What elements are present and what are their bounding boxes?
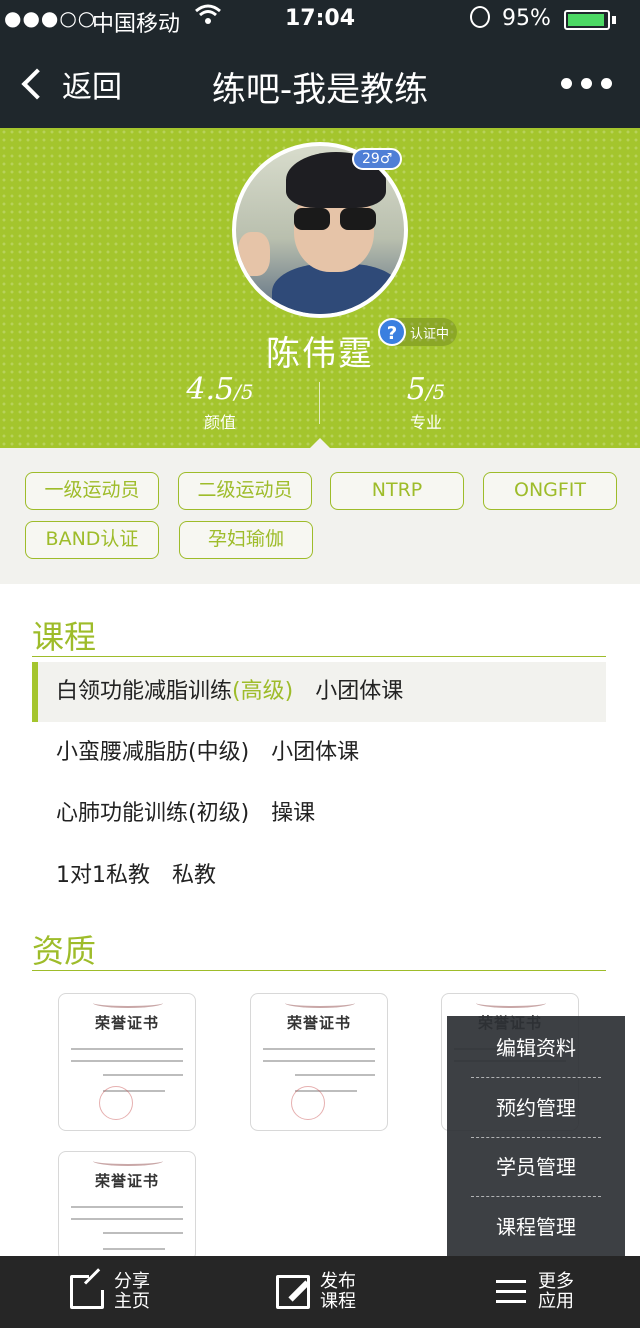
publish-course-button[interactable]: 发布 课程	[276, 1256, 356, 1328]
tag-chip[interactable]: 二级运动员	[178, 472, 312, 510]
battery-icon	[564, 10, 610, 30]
stat-value: 4.5	[186, 372, 235, 407]
certificate-ornament	[476, 998, 546, 1008]
tab-label-line1: 更多	[538, 1271, 574, 1292]
menu-icon	[494, 1275, 528, 1309]
stat-value: 5	[406, 372, 426, 407]
certificate-text-line	[103, 1074, 183, 1076]
banner-notch	[310, 438, 330, 448]
course-item[interactable]: 白领功能减脂训练(高级) 小团体课	[32, 662, 606, 722]
more-apps-popup-menu: 编辑资料 预约管理 学员管理 课程管理	[447, 1016, 625, 1256]
menu-item-edit-profile[interactable]: 编辑资料	[447, 1018, 625, 1078]
question-icon: ?	[378, 318, 406, 346]
stat-label: 专业	[409, 413, 442, 432]
course-item[interactable]: 小蛮腰减脂肪(中级) 小团体课	[32, 723, 606, 783]
stat-professional: 5/5 专业	[326, 372, 526, 433]
battery-percent: 95%	[502, 6, 551, 31]
menu-item-course-management[interactable]: 课程管理	[447, 1197, 625, 1257]
tag-chip[interactable]: ONGFIT	[483, 472, 617, 510]
section-divider	[32, 656, 606, 657]
certificate-text-line	[263, 1048, 375, 1050]
menu-item-student-management[interactable]: 学员管理	[447, 1137, 625, 1197]
sunglasses-icon	[294, 208, 378, 230]
bottom-tab-bar: 分享 主页 发布 课程 更多 应用	[0, 1256, 640, 1328]
stat-denominator: /5	[425, 380, 446, 404]
course-item[interactable]: 1对1私教 私教	[32, 846, 606, 906]
certificate-text-line	[71, 1206, 183, 1208]
avatar-hand	[238, 232, 270, 276]
verification-status: 认证中	[410, 326, 450, 342]
share-icon	[70, 1274, 105, 1309]
tab-label-line1: 发布	[320, 1271, 356, 1292]
tag-area: 一级运动员 二级运动员 NTRP ONGFIT BAND认证 孕妇瑜伽	[0, 448, 640, 584]
verification-badge[interactable]: ? 认证中	[378, 318, 458, 346]
menu-item-booking-management[interactable]: 预约管理	[447, 1078, 625, 1138]
battery-fill	[568, 14, 605, 26]
qualifications-section-title: 资质	[32, 932, 97, 970]
course-name: 心肺功能训练(初级)	[56, 801, 250, 826]
course-name: 白领功能减脂训练	[56, 679, 233, 704]
certificate-thumbnail[interactable]: 荣誉证书	[58, 993, 196, 1131]
course-name: 小蛮腰减脂肪(中级)	[56, 740, 250, 765]
profile-banner: 29♂ 陈伟霆 ? 认证中 4.5/5 颜值 5/5 专业	[0, 128, 640, 448]
certificate-thumbnail[interactable]: 荣誉证书	[58, 1151, 196, 1261]
course-type: 小团体课	[271, 740, 360, 765]
share-homepage-button[interactable]: 分享 主页	[70, 1256, 150, 1328]
page-title: 练吧-我是教练	[211, 70, 429, 110]
certificate-text-line	[71, 1048, 183, 1050]
course-type: 小团体课	[315, 679, 404, 704]
certificate-text-line	[71, 1060, 183, 1062]
seal-icon	[99, 1086, 133, 1120]
stat-divider	[319, 382, 320, 424]
stat-appearance: 4.5/5 颜值	[120, 372, 320, 433]
course-type: 操课	[271, 801, 316, 826]
age-gender-badge: 29♂	[352, 148, 403, 170]
seal-icon	[291, 1086, 325, 1120]
stat-label: 颜值	[203, 413, 236, 432]
edit-icon	[276, 1275, 310, 1309]
certificate-text-line	[103, 1232, 183, 1234]
certificate-thumbnail[interactable]: 荣誉证书	[250, 993, 388, 1131]
certificate-text-line	[263, 1060, 375, 1062]
more-apps-button[interactable]: 更多 应用	[494, 1256, 574, 1328]
rotation-lock-icon	[470, 6, 490, 28]
coach-name: 陈伟霆	[266, 334, 374, 374]
tab-label-line2: 课程	[320, 1291, 356, 1312]
section-divider	[32, 970, 606, 971]
more-dots-icon[interactable]	[561, 78, 612, 89]
course-type: 私教	[172, 863, 217, 888]
courses-section-title: 课程	[32, 618, 97, 656]
course-name: 1对1私教	[56, 863, 150, 888]
tag-chip[interactable]: 孕妇瑜伽	[179, 521, 313, 559]
course-level: (高级)	[232, 679, 294, 704]
top-bar: ●●●○○ 中国移动 17:04 95% 返回 练吧-我是教练	[0, 0, 640, 128]
course-item[interactable]: 心肺功能训练(初级) 操课	[32, 784, 606, 844]
certificate-text-line	[71, 1218, 183, 1220]
certificate-ornament	[93, 998, 163, 1008]
certificate-ornament	[285, 998, 355, 1008]
certificate-ornament	[93, 1156, 163, 1166]
certificate-title: 荣誉证书	[286, 1014, 351, 1032]
certificate-title: 荣誉证书	[94, 1172, 159, 1190]
tag-chip[interactable]: 一级运动员	[25, 472, 159, 510]
stat-denominator: /5	[234, 380, 254, 404]
navigation-bar: 返回 练吧-我是教练	[0, 40, 640, 128]
tag-chip[interactable]: BAND认证	[25, 521, 159, 559]
certificate-title: 荣誉证书	[94, 1014, 159, 1032]
certificate-text-line	[103, 1248, 165, 1250]
tab-label-line1: 分享	[114, 1271, 150, 1292]
avatar-body	[272, 264, 402, 314]
tab-label-line2: 应用	[538, 1291, 574, 1312]
tag-chip[interactable]: NTRP	[330, 472, 464, 510]
certificate-text-line	[295, 1074, 375, 1076]
status-bar: ●●●○○ 中国移动 17:04 95%	[0, 0, 640, 40]
battery-tip	[612, 16, 616, 24]
tab-label-line2: 主页	[114, 1291, 150, 1312]
